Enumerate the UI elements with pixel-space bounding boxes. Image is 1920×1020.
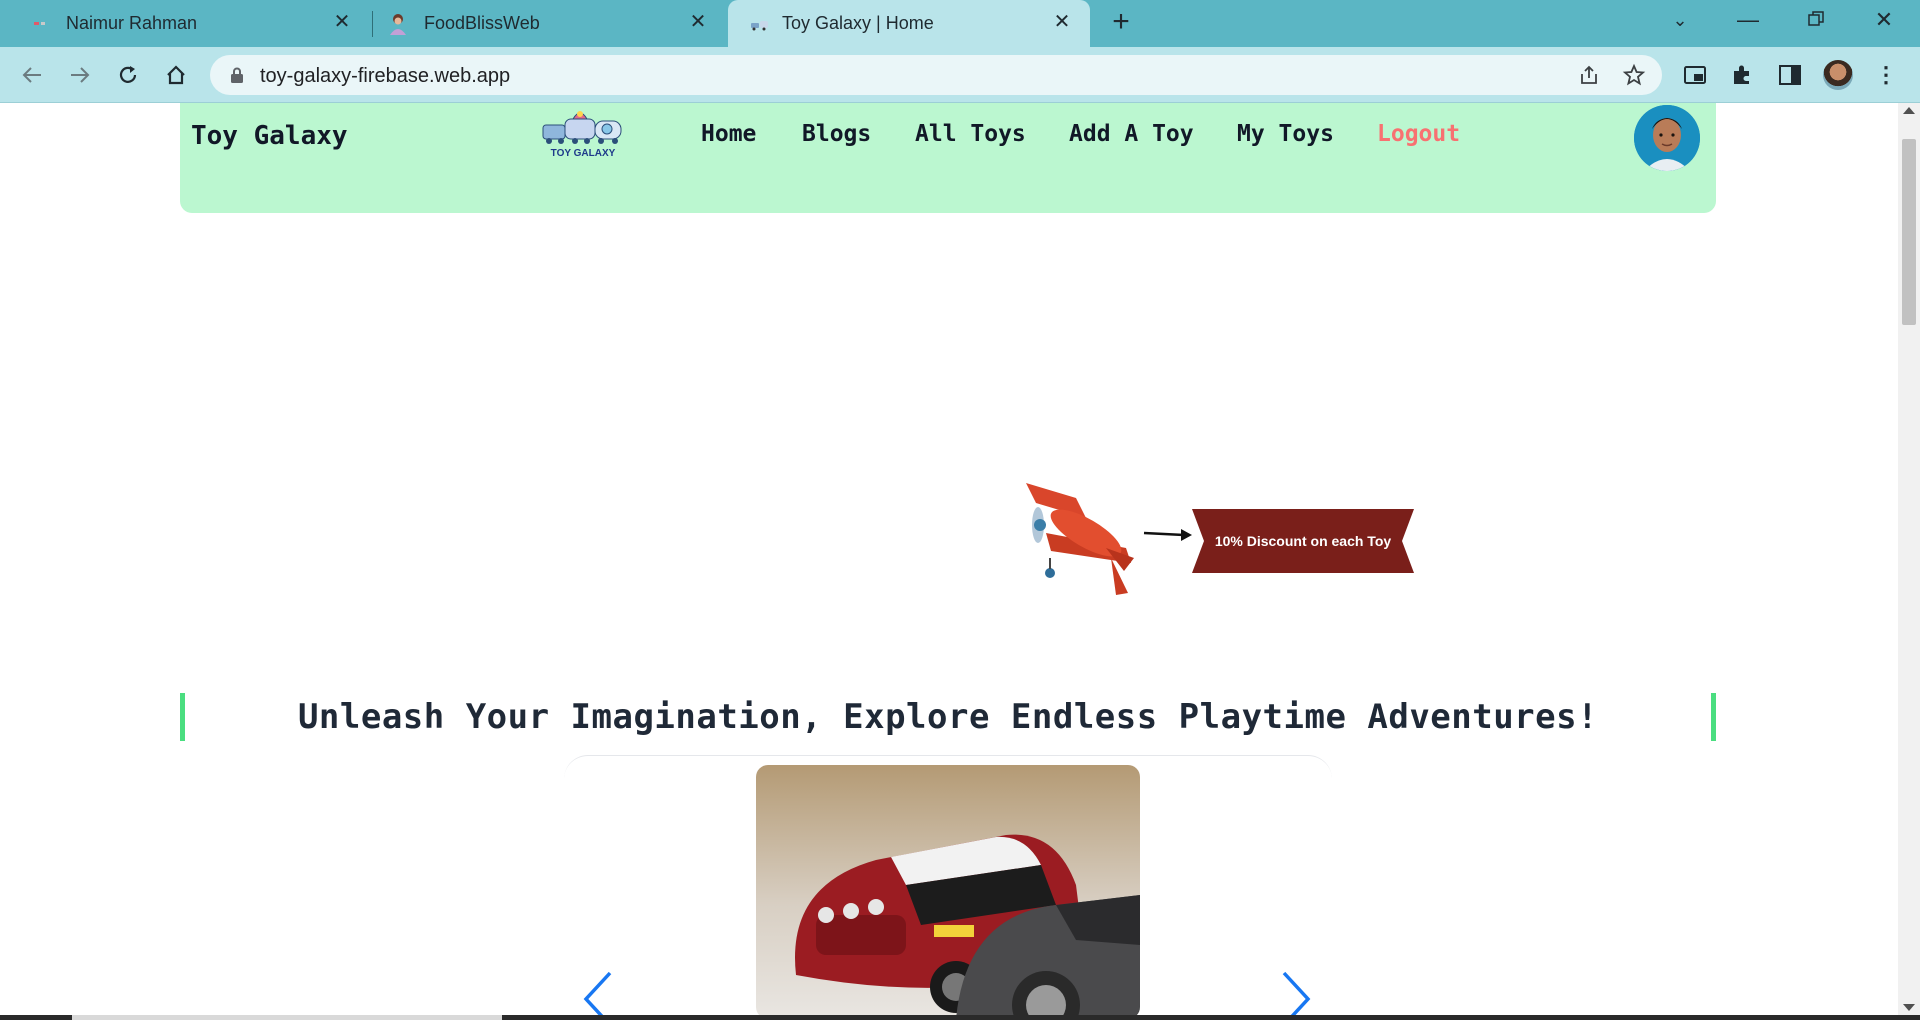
close-tab-icon[interactable]: ✕ [686,10,710,34]
browser-profile-avatar[interactable] [1822,59,1854,91]
tab-toy-galaxy[interactable]: Toy Galaxy | Home ✕ [728,0,1090,47]
browser-tab-bar: Naimur Rahman ✕ FoodBlissWeb ✕ Toy Galax… [0,0,1920,47]
tab-foodblissweb[interactable]: FoodBlissWeb ✕ [358,0,726,47]
close-tab-icon[interactable]: ✕ [1050,10,1074,34]
nav-all-toys[interactable]: All Toys [915,121,1026,147]
section-heading-container: Unleash Your Imagination, Explore Endles… [180,693,1716,741]
toy-galaxy-icon [748,12,772,36]
restore-icon[interactable] [1796,4,1836,40]
user-avatar[interactable] [1634,105,1700,171]
home-icon[interactable] [160,59,192,91]
toy-galaxy-logo[interactable]: TOY GALAXY [535,107,631,159]
site-navbar: Toy Galaxy TOY GALAXY Home Blogs All Toy… [180,103,1716,213]
taskbar-edge [0,1015,1920,1020]
tab-title: Toy Galaxy | Home [782,13,934,33]
lock-icon [230,67,244,88]
scroll-thumb[interactable] [1902,139,1916,325]
forward-icon[interactable] [64,59,96,91]
scroll-down-icon[interactable] [1903,1004,1915,1011]
portfolio-icon [30,12,54,36]
slider-prev-arrow[interactable] [578,969,618,1017]
slider-next-arrow[interactable] [1276,969,1316,1017]
reload-icon[interactable] [112,59,144,91]
nav-blogs[interactable]: Blogs [802,121,871,147]
page-viewport: Toy Galaxy TOY GALAXY Home Blogs All Toy… [0,103,1898,1017]
hero-section: 10% Discount on each Toy [0,213,1898,653]
side-panel-icon[interactable] [1774,59,1806,91]
close-window-icon[interactable]: ✕ [1864,4,1904,40]
picture-in-picture-icon[interactable] [1679,59,1711,91]
logo-text: TOY GALAXY [551,148,616,159]
address-bar[interactable]: toy-galaxy-firebase.web.app [210,55,1662,95]
browser-toolbar: toy-galaxy-firebase.web.app ⋮ [0,47,1920,103]
tab-title: FoodBlissWeb [424,13,540,33]
back-icon[interactable] [16,59,48,91]
close-tab-icon[interactable]: ✕ [330,10,354,34]
nav-my-toys[interactable]: My Toys [1237,121,1334,147]
share-icon[interactable] [1578,64,1600,91]
tab-search-icon[interactable]: ⌄ [1660,4,1700,40]
chef-icon [386,12,410,36]
scroll-up-icon[interactable] [1903,107,1915,114]
menu-kebab-icon[interactable]: ⋮ [1870,59,1902,91]
heading-accent-right [1711,693,1716,741]
bookmark-star-icon[interactable] [1622,63,1646,92]
discount-banner[interactable]: 10% Discount on each Toy [1192,509,1414,573]
new-tab-icon[interactable]: + [1106,7,1136,38]
slide-image-toy-car [756,765,1140,1017]
avatar [1823,60,1853,90]
section-heading: Unleash Your Imagination, Explore Endles… [297,697,1599,737]
taskbar-segment [72,1015,502,1020]
page-scrollbar[interactable] [1898,103,1920,1017]
toy-airplane-image [1026,483,1192,595]
minimize-icon[interactable]: — [1728,4,1768,40]
discount-banner-text: 10% Discount on each Toy [1215,533,1392,549]
nav-logout[interactable]: Logout [1377,121,1460,147]
nav-add-a-toy[interactable]: Add A Toy [1069,121,1194,147]
extensions-icon[interactable] [1726,59,1758,91]
site-brand[interactable]: Toy Galaxy [191,121,348,151]
nav-home[interactable]: Home [701,121,756,147]
tab-naimur-rahman[interactable]: Naimur Rahman ✕ [0,0,370,47]
tab-title: Naimur Rahman [66,13,198,33]
url-text: toy-galaxy-firebase.web.app [260,65,511,87]
